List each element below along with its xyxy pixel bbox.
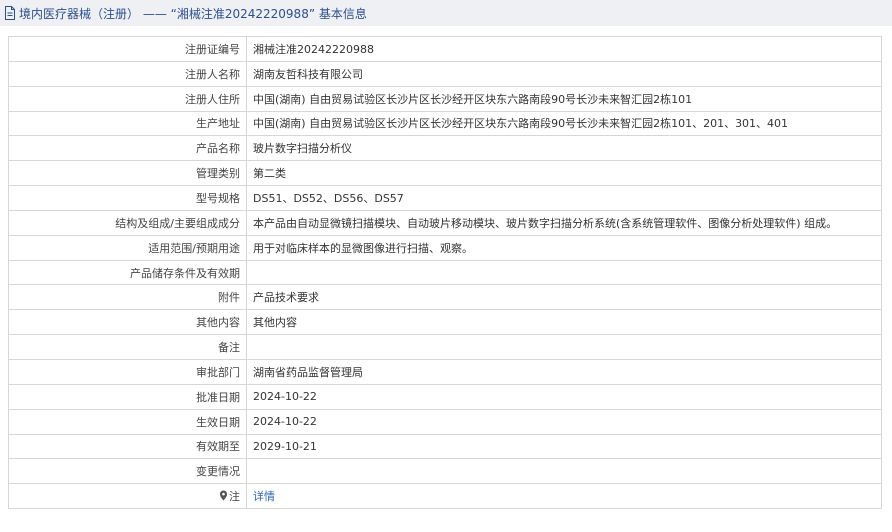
field-label: 产品储存条件及有效期	[8, 259, 247, 286]
table-row: 其他内容 其他内容	[8, 309, 882, 336]
note-label-cell: 注	[8, 483, 247, 510]
table-row: 生产地址 中国(湖南) 自由贸易试验区长沙片区长沙经开区块东六路南段90号长沙未来…	[8, 110, 882, 137]
field-label: 批准日期	[8, 383, 247, 410]
field-label: 注册证编号	[8, 36, 247, 62]
field-value: 玻片数字扫描分析仪	[246, 135, 882, 162]
table-row: 附件 产品技术要求	[8, 284, 882, 311]
note-label: 注	[229, 490, 240, 504]
field-label: 附件	[8, 284, 247, 311]
field-label: 管理类别	[8, 160, 247, 187]
table-row: 变更情况	[8, 458, 882, 485]
field-value: 其他内容	[246, 309, 882, 336]
table-row: 注册人住所 中国(湖南) 自由贸易试验区长沙片区长沙经开区块东六路南段90号长沙未…	[8, 85, 882, 112]
table-row: 产品名称 玻片数字扫描分析仪	[8, 135, 882, 162]
detail-table: 注册证编号 湘械注准20242220988 注册人名称 湖南友哲科技有限公司 注册人…	[8, 36, 882, 510]
field-label: 产品名称	[8, 135, 247, 162]
field-value: DS51、DS52、DS56、DS57	[246, 185, 882, 211]
field-value: 湖南友哲科技有限公司	[246, 60, 882, 87]
table-row: 适用范围/预期用途 用于对临床样本的显微图像进行扫描、观察。	[8, 234, 882, 261]
field-label: 生产地址	[8, 110, 247, 137]
note-row: 注 详情	[8, 483, 882, 510]
field-label: 其他内容	[8, 309, 247, 336]
field-value	[246, 334, 882, 360]
table-row: 产品储存条件及有效期	[8, 259, 882, 286]
field-label: 审批部门	[8, 358, 247, 385]
table-row: 注册人名称 湖南友哲科技有限公司	[8, 60, 882, 87]
field-value	[246, 259, 882, 286]
page-header: 境内医疗器械（注册） —— “湘械注准20242220988” 基本信息	[0, 0, 892, 26]
table-row: 结构及组成/主要组成成分 本产品由自动显微镜扫描模块、自动玻片移动模块、玻片数字扫…	[8, 209, 882, 236]
field-label: 注册人住所	[8, 85, 247, 112]
field-label: 变更情况	[8, 458, 247, 485]
table-row: 备注	[8, 334, 882, 360]
field-value: 2024-10-22	[246, 408, 882, 435]
field-value: 产品技术要求	[246, 284, 882, 311]
field-label: 生效日期	[8, 408, 247, 435]
field-value: 第二类	[246, 160, 882, 187]
page-title: 境内医疗器械（注册） —— “湘械注准20242220988” 基本信息	[19, 6, 367, 21]
document-icon	[4, 6, 16, 20]
field-value: 本产品由自动显微镜扫描模块、自动玻片移动模块、玻片数字扫描分析系统(含系统管理软…	[246, 209, 882, 236]
field-value: 用于对临床样本的显微图像进行扫描、观察。	[246, 234, 882, 261]
table-row: 有效期至 2029-10-21	[8, 433, 882, 460]
field-label: 有效期至	[8, 433, 247, 460]
field-value	[246, 458, 882, 485]
field-label: 注册人名称	[8, 60, 247, 87]
pin-icon	[219, 490, 228, 501]
field-value: 湘械注准20242220988	[246, 36, 882, 62]
field-value: 湖南省药品监督管理局	[246, 358, 882, 385]
table-row: 管理类别 第二类	[8, 160, 882, 187]
table-row: 审批部门 湖南省药品监督管理局	[8, 358, 882, 385]
field-value: 中国(湖南) 自由贸易试验区长沙片区长沙经开区块东六路南段90号长沙未来智汇园2…	[246, 85, 882, 112]
table-row: 型号规格 DS51、DS52、DS56、DS57	[8, 185, 882, 211]
details-link[interactable]: 详情	[246, 483, 882, 510]
field-value: 2024-10-22	[246, 383, 882, 410]
table-row: 注册证编号 湘械注准20242220988	[8, 36, 882, 62]
field-label: 结构及组成/主要组成成分	[8, 209, 247, 236]
table-row: 生效日期 2024-10-22	[8, 408, 882, 435]
field-value: 中国(湖南) 自由贸易试验区长沙片区长沙经开区块东六路南段90号长沙未来智汇园2…	[246, 110, 882, 137]
field-label: 备注	[8, 334, 247, 360]
field-label: 型号规格	[8, 185, 247, 211]
field-label: 适用范围/预期用途	[8, 234, 247, 261]
table-row: 批准日期 2024-10-22	[8, 383, 882, 410]
field-value: 2029-10-21	[246, 433, 882, 460]
